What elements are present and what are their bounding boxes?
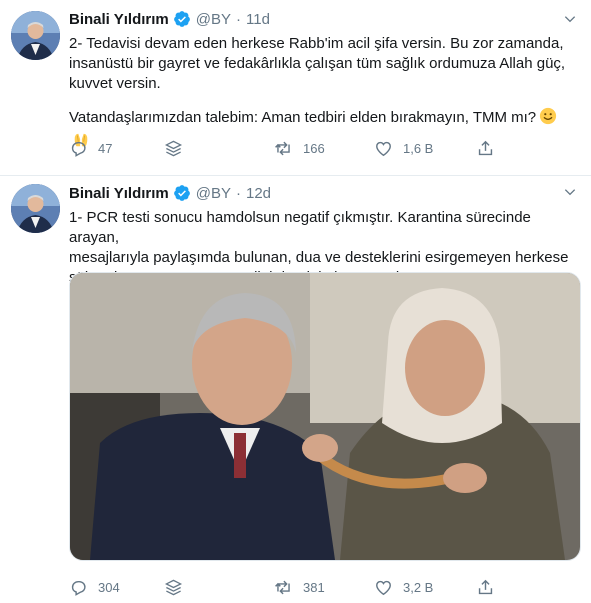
reply-button[interactable]: 47 [69,138,112,158]
retweet-count: 381 [303,579,325,595]
like-count: 3,2 B [403,579,434,595]
author-name[interactable]: Binali Yıldırım [69,11,169,28]
retweet-icon [275,141,290,155]
like-count: 1,6 B [403,140,434,156]
chevron-down-icon[interactable] [562,11,578,32]
stack-share-button[interactable] [164,138,183,158]
separator: · [236,10,241,28]
avatar[interactable] [11,11,60,60]
tweet-text-line: Vatandaşlarımızdan talebim: Aman tedbiri… [69,109,537,126]
like-icon [376,580,391,595]
tweet-time[interactable]: 12d [246,185,271,202]
chevron-down-icon[interactable] [562,184,578,205]
stack-share-icon [164,140,183,156]
tweet-header: Binali Yıldırım @BY · 11d [69,10,270,28]
tweet-header: Binali Yıldırım @BY · 12d [69,184,271,202]
retweet-icon [275,580,290,594]
share-icon [478,579,493,594]
separator: · [236,184,241,202]
tweet[interactable]: Binali Yıldırım @BY · 11d 2- Tedavisi de… [0,0,591,176]
avatar[interactable] [11,184,60,233]
tweet[interactable]: Binali Yıldırım @BY · 12d 1- PCR testi s… [0,176,591,603]
retweet-button[interactable]: 381 [274,577,325,597]
reply-button[interactable]: 304 [69,577,120,597]
author-name[interactable]: Binali Yıldırım [69,185,169,202]
reply-icon [71,141,86,157]
reply-count: 304 [98,579,120,595]
verified-badge-icon [173,184,191,202]
like-button[interactable]: 1,6 B [374,138,433,158]
tweet-time[interactable]: 11d [246,11,270,28]
smile-emoji-icon [539,107,557,131]
reply-icon [71,580,86,596]
like-button[interactable]: 3,2 B [374,577,433,597]
stack-share-icon [164,579,183,595]
retweet-button[interactable]: 166 [274,138,325,158]
retweet-count: 166 [303,140,325,156]
photo-image [70,273,580,560]
author-handle[interactable]: @BY [196,185,231,202]
author-handle[interactable]: @BY [196,11,231,28]
verified-badge-icon [173,10,191,28]
tweet-text: 2- Tedavisi devam eden herkese Rabb'im a… [69,35,566,92]
stack-share-button[interactable] [164,577,183,597]
tweet-photo[interactable] [69,272,581,561]
share-button[interactable] [476,138,495,158]
share-icon [478,140,493,155]
reply-count: 47 [98,140,113,156]
like-icon [376,141,391,156]
share-button[interactable] [476,577,495,597]
